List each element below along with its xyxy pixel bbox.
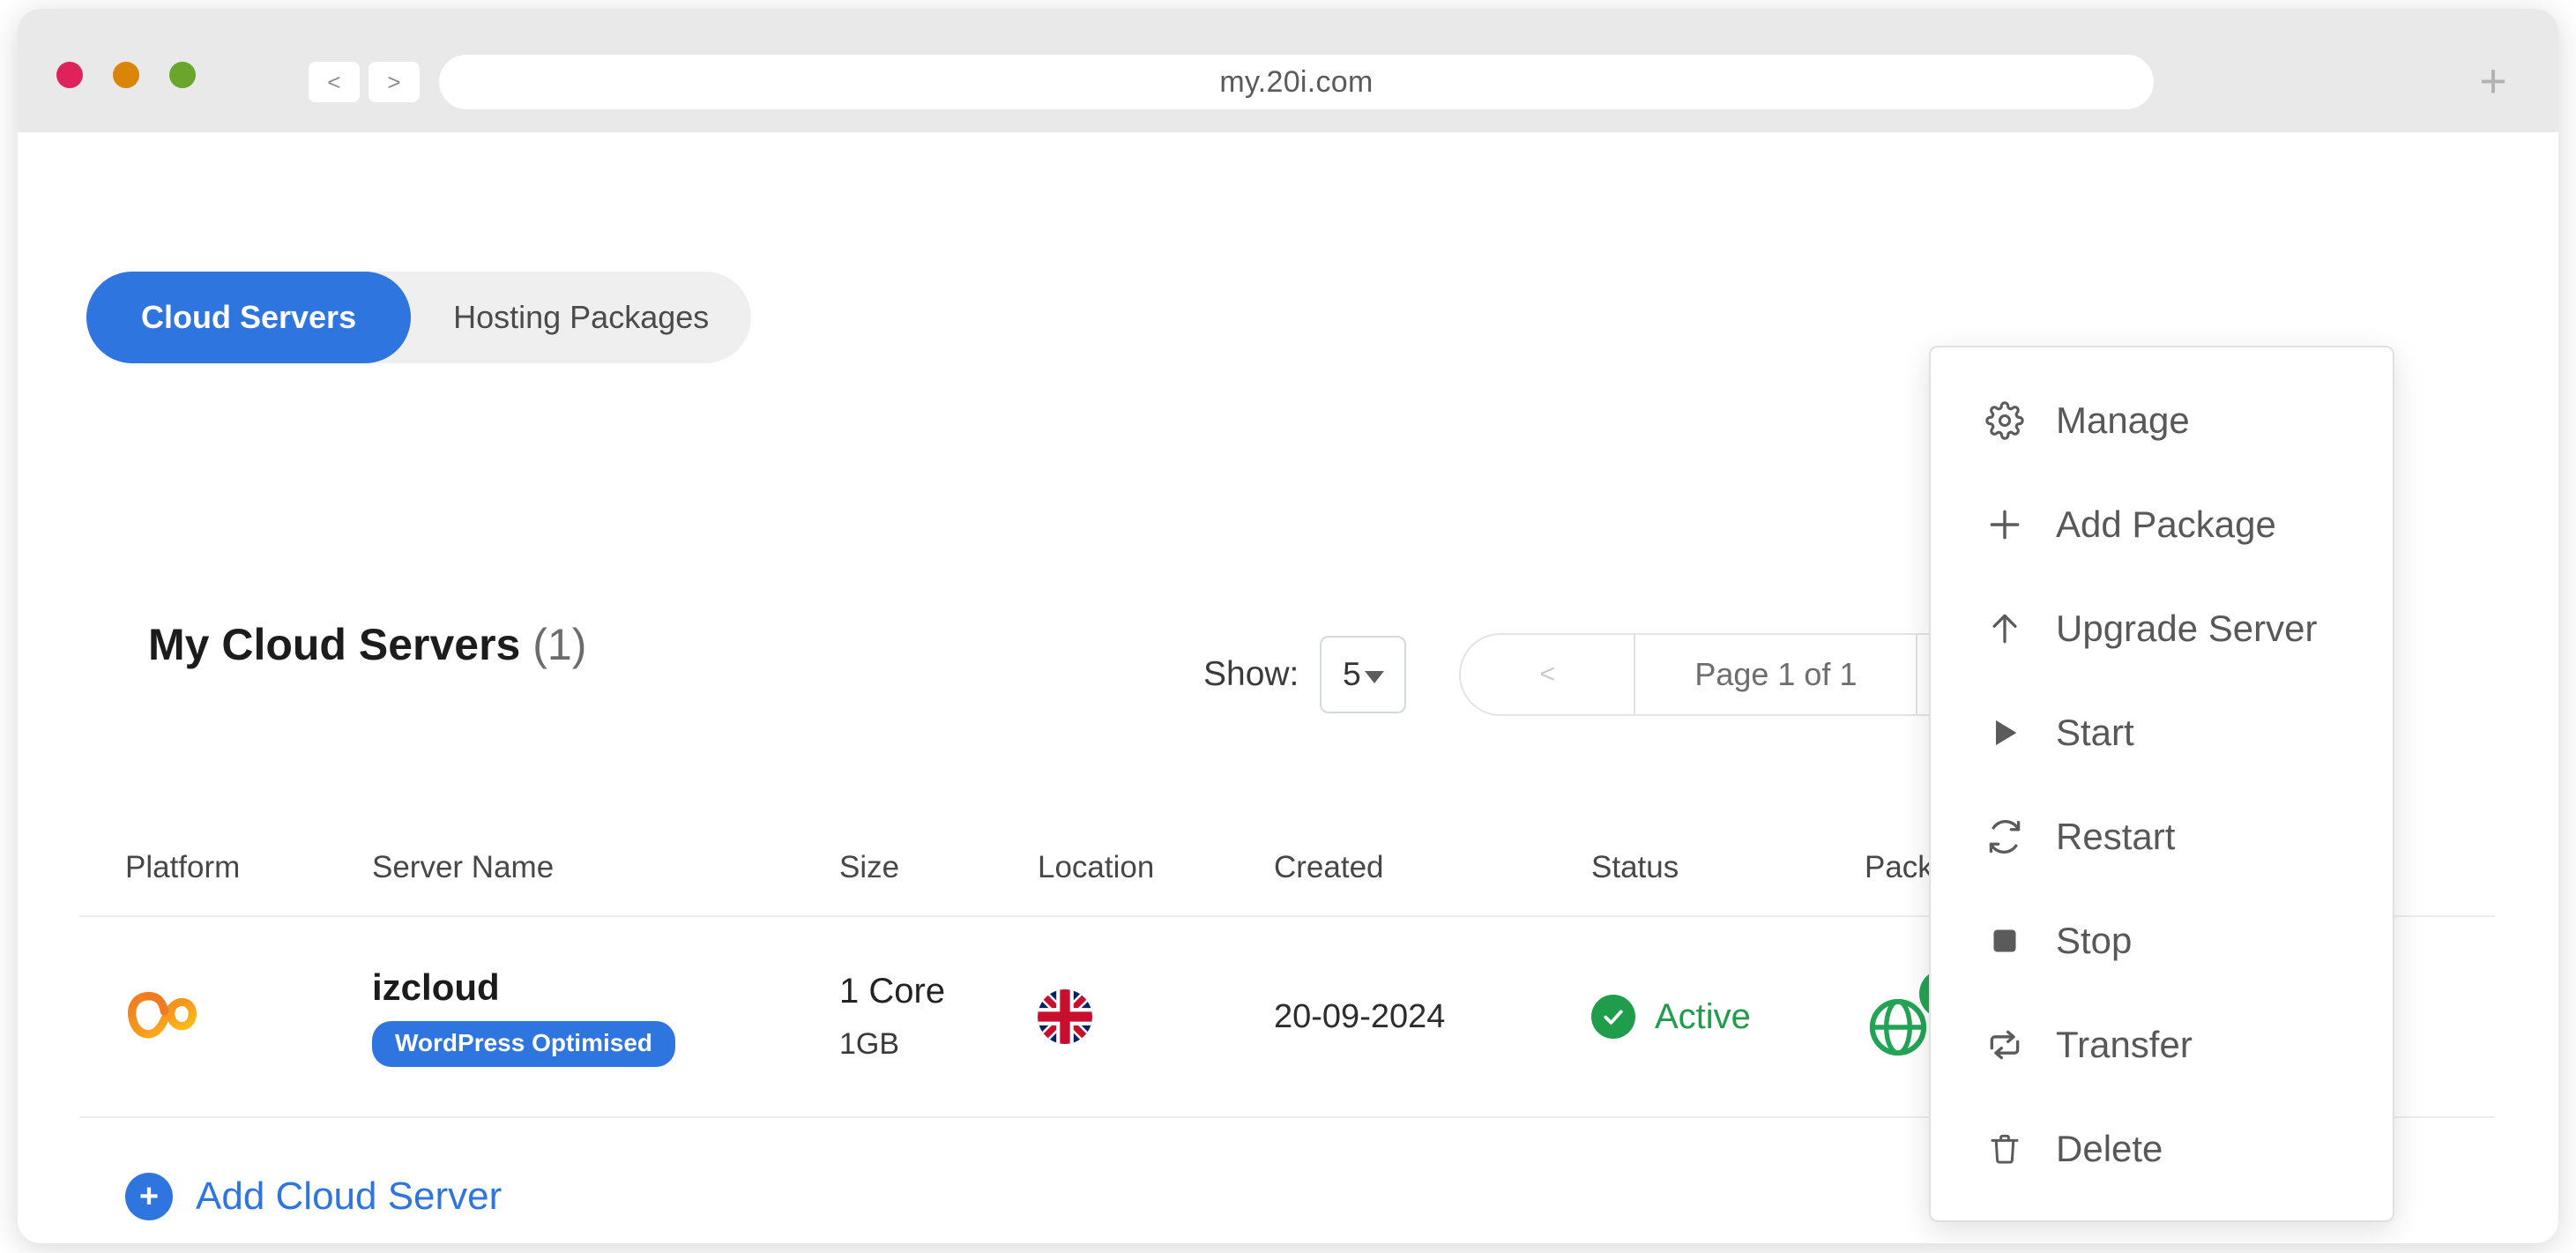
trash-icon xyxy=(1980,1130,2029,1167)
pagination-page-indicator: Page 1 of 1 xyxy=(1694,656,1858,692)
cell-created: 20-09-2024 xyxy=(1274,998,1591,1036)
menu-item-upgrade-server[interactable]: Upgrade Server xyxy=(1931,577,2393,681)
tab-hosting-packages[interactable]: Hosting Packages xyxy=(411,272,751,363)
menu-item-label: Start xyxy=(2056,712,2134,753)
column-header-created: Created xyxy=(1274,850,1384,884)
created-date: 20-09-2024 xyxy=(1274,997,1446,1035)
play-icon xyxy=(1980,715,2029,750)
menu-item-transfer[interactable]: Transfer xyxy=(1931,993,2393,1097)
page-size-select[interactable]: 5 xyxy=(1320,636,1407,713)
address-bar-url: my.20i.com xyxy=(1219,64,1374,99)
check-circle-icon xyxy=(1591,995,1635,1039)
view-toggle: Cloud Servers Hosting Packages xyxy=(86,272,752,363)
menu-item-manage[interactable]: Manage xyxy=(1931,369,2393,473)
menu-item-delete[interactable]: Delete xyxy=(1931,1097,2393,1201)
menu-item-label: Add Package xyxy=(2056,503,2276,545)
back-button[interactable]: < xyxy=(309,62,360,102)
cell-location xyxy=(1038,989,1274,1044)
cloud-loop-logo-icon xyxy=(128,991,197,1038)
menu-item-label: Manage xyxy=(2056,399,2190,441)
minimize-window-button[interactable] xyxy=(113,62,139,88)
pagination-prev-button[interactable]: < xyxy=(1461,635,1636,714)
plus-icon: + xyxy=(125,1173,173,1220)
new-tab-button[interactable]: + xyxy=(2470,57,2516,105)
size-cores: 1 Core xyxy=(839,972,946,1011)
stop-icon xyxy=(1980,923,2029,958)
maximize-window-button[interactable] xyxy=(169,62,196,88)
close-window-button[interactable] xyxy=(56,62,83,88)
menu-item-label: Stop xyxy=(2056,920,2133,961)
check-icon xyxy=(1604,1010,1623,1025)
restart-icon xyxy=(1980,817,2029,856)
menu-item-label: Restart xyxy=(2056,816,2176,857)
transfer-icon xyxy=(1980,1026,2029,1064)
status-badge: Active xyxy=(1655,996,1751,1036)
menu-item-stop[interactable]: Stop xyxy=(1931,889,2393,993)
forward-button[interactable]: > xyxy=(369,62,420,102)
wordpress-optimised-badge: WordPress Optimised xyxy=(372,1021,676,1067)
address-bar[interactable]: my.20i.com xyxy=(439,55,2154,109)
column-header-size: Size xyxy=(839,850,900,884)
server-count: (1) xyxy=(532,620,587,669)
menu-item-label: Delete xyxy=(2056,1128,2163,1169)
page-size-value: 5 xyxy=(1343,656,1361,692)
gear-icon xyxy=(1980,401,2029,440)
column-header-location: Location xyxy=(1038,850,1155,884)
window-controls xyxy=(56,62,196,88)
add-cloud-server-button[interactable]: + Add Cloud Server xyxy=(125,1173,502,1220)
page-title-text: My Cloud Servers xyxy=(148,620,521,669)
browser-navigation: < > xyxy=(309,62,420,102)
plus-icon xyxy=(1980,505,2029,544)
column-header-status: Status xyxy=(1591,850,1679,884)
cell-status: Active xyxy=(1591,995,1865,1039)
uk-flag-icon xyxy=(1038,989,1092,1044)
menu-item-label: Transfer xyxy=(2056,1024,2193,1065)
arrow-up-icon xyxy=(1980,609,2029,648)
menu-item-label: Upgrade Server xyxy=(2056,608,2318,649)
page-content: Cloud Servers Hosting Packages My Cloud … xyxy=(18,132,2558,1243)
browser-titlebar: < > my.20i.com + xyxy=(18,9,2558,132)
size-ram: 1GB xyxy=(839,1027,900,1061)
server-actions-menu: Manage Add Package Upgrade Server Start … xyxy=(1929,346,2394,1222)
chevron-down-icon xyxy=(1364,671,1384,683)
tab-cloud-servers[interactable]: Cloud Servers xyxy=(86,272,412,363)
column-header-server-name: Server Name xyxy=(372,850,555,884)
cell-platform xyxy=(125,980,372,1055)
page-title: My Cloud Servers (1) xyxy=(148,619,586,670)
cell-server-name: izcloud WordPress Optimised xyxy=(372,966,839,1067)
browser-window: < > my.20i.com + Cloud Servers Hosting P… xyxy=(18,9,2558,1243)
menu-item-start[interactable]: Start xyxy=(1931,681,2393,785)
menu-item-add-package[interactable]: Add Package xyxy=(1931,473,2393,577)
cell-size: 1 Core 1GB xyxy=(839,972,1038,1062)
add-cloud-server-label: Add Cloud Server xyxy=(196,1175,503,1218)
menu-item-restart[interactable]: Restart xyxy=(1931,785,2393,889)
show-label: Show: xyxy=(1203,655,1299,693)
server-name-text: izcloud xyxy=(372,966,500,1008)
column-header-platform: Platform xyxy=(125,850,241,884)
